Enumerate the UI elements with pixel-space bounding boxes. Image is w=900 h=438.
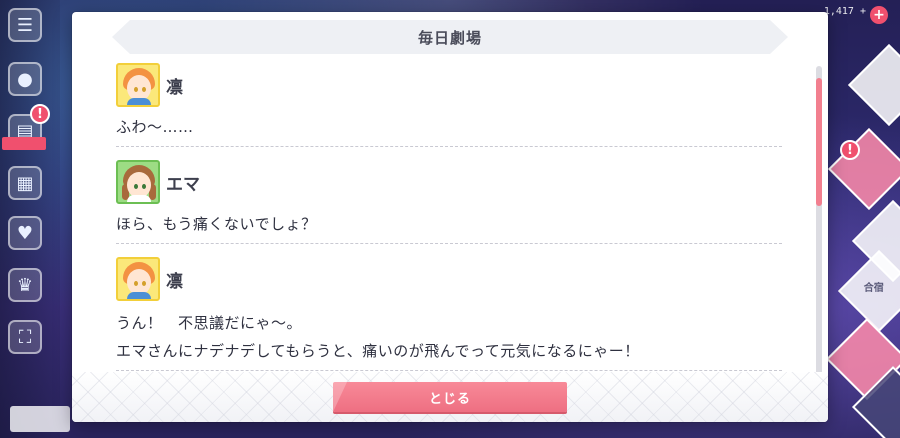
speaker-name: 凛: [166, 271, 183, 292]
left-sidebar: ☰ ● ▤ ! ▦ ♥ ♛ ⛶: [0, 0, 70, 438]
gift-icon[interactable]: ▦: [8, 166, 42, 200]
plus-icon[interactable]: +: [870, 6, 888, 24]
speaker-row: 凛: [116, 62, 782, 108]
dialogue-entry: 凛 うん！ 不思議だにゃ〜。 エマさんにナデナデしてもらうと、痛いのが飛んでって…: [116, 254, 782, 371]
emma-avatar: [116, 160, 160, 204]
heart-icon[interactable]: ♥: [8, 216, 42, 250]
bottom-chip[interactable]: [10, 406, 70, 432]
speaker-row: 凛: [116, 256, 782, 302]
chat-icon[interactable]: ●: [8, 62, 42, 96]
menu-tile[interactable]: [847, 43, 900, 127]
speaker-name: エマ: [166, 174, 200, 195]
trophy-icon[interactable]: ♛: [8, 268, 42, 302]
speaker-row: エマ: [116, 159, 782, 205]
menu-tile[interactable]: [827, 127, 900, 211]
top-counter: 1,417 +: [823, 6, 866, 17]
dialogue-line: うん！ 不思議だにゃ〜。: [116, 314, 303, 332]
alert-badge: !: [30, 104, 50, 124]
menu-icon[interactable]: ☰: [8, 8, 42, 42]
daily-theater-dialog: 毎日劇場 凛 ふわ〜…… エマ ほら、もう痛くないでしょ？ 凛 うん！ 不思議だ…: [72, 12, 828, 422]
dialogue-line: エマさんにナデナデしてもらうと、痛いのが飛んでって元気になるにゃー！: [116, 342, 640, 360]
fullscreen-icon[interactable]: ⛶: [8, 320, 42, 354]
dialogue-list[interactable]: 凛 ふわ〜…… エマ ほら、もう痛くないでしょ？ 凛 うん！ 不思議だにゃ〜。 …: [116, 60, 782, 378]
dialog-title-bar: 毎日劇場: [112, 20, 788, 54]
scrollbar-thumb[interactable]: [816, 78, 822, 206]
dialog-title: 毎日劇場: [417, 28, 482, 47]
alert-badge: !: [840, 140, 860, 160]
event-tag: [2, 137, 46, 150]
dialogue-entry: エマ ほら、もう痛くないでしょ？: [116, 157, 782, 244]
close-button[interactable]: とじる: [333, 382, 567, 412]
dialogue-line: ふわ〜……: [116, 118, 194, 136]
rin-avatar: [116, 257, 160, 301]
rin-avatar: [116, 63, 160, 107]
speaker-name: 凛: [166, 77, 183, 98]
right-sidebar: 1,417 + + ! 合宿: [820, 0, 900, 438]
scrollbar[interactable]: [816, 66, 822, 378]
dialogue-line: ほら、もう痛くないでしょ？: [116, 215, 317, 233]
dialogue-entry: 凛 ふわ〜……: [116, 60, 782, 147]
